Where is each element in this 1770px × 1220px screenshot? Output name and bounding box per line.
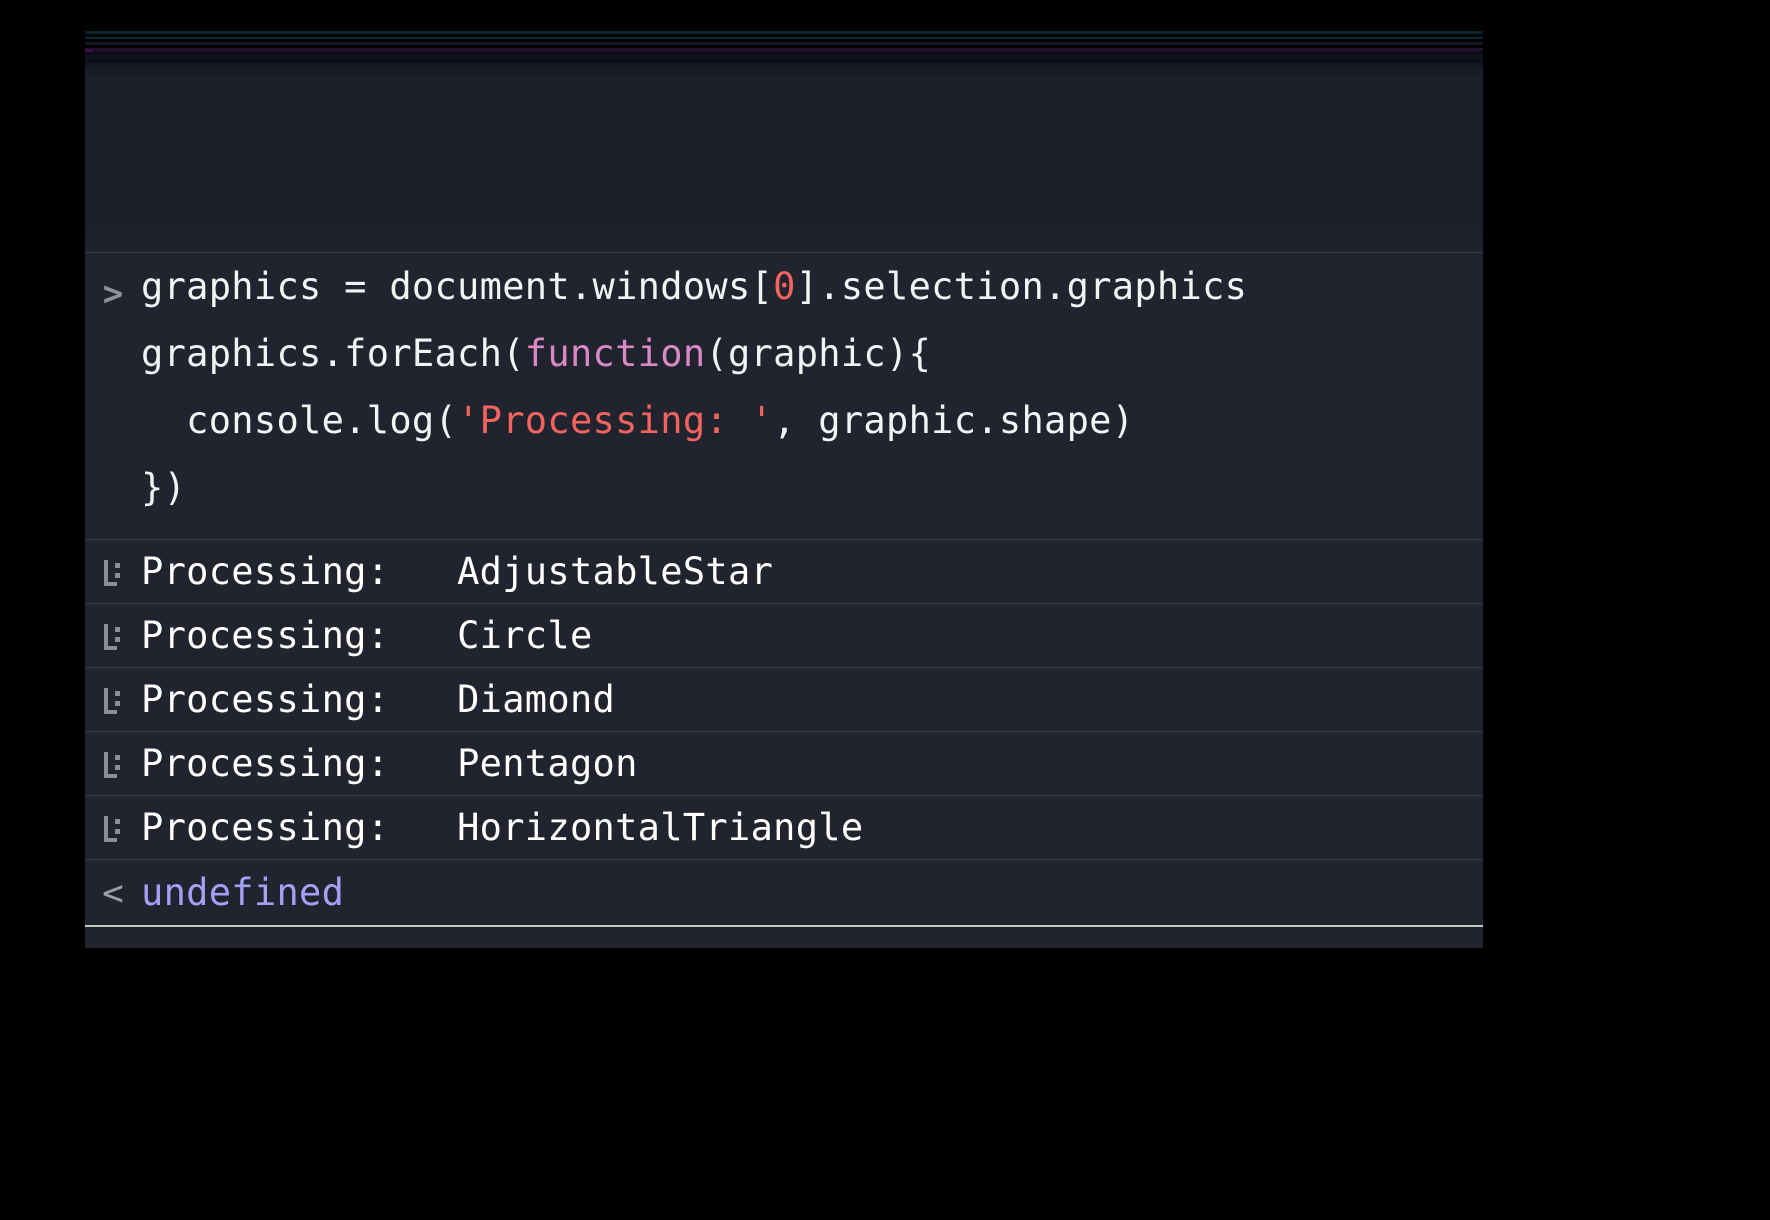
code-token-keyword: function <box>525 332 706 375</box>
code-token: ].selection.graphics <box>796 265 1248 308</box>
code-token-number: 0 <box>773 265 796 308</box>
output-marker-gutter <box>85 668 141 731</box>
output-row-text: Processing: Circle <box>141 616 1483 655</box>
input-gutter-spacer <box>85 460 141 527</box>
code-token: graphics = document.windows[ <box>141 265 773 308</box>
chevron-right-icon: > <box>103 277 123 311</box>
output-row-value: Diamond <box>457 678 615 721</box>
output-row-value: Pentagon <box>457 742 638 785</box>
output-row-gap <box>389 550 457 593</box>
output-row-text: Processing: Diamond <box>141 680 1483 719</box>
input-marker-gutter: > <box>85 259 141 326</box>
console-log-icon <box>104 624 123 650</box>
console-log-list: > graphics = document.windows[0].selecti… <box>85 252 1483 948</box>
javascript-console-panel: > graphics = document.windows[0].selecti… <box>85 28 1483 948</box>
code-token: , graphic.shape) <box>773 399 1134 442</box>
input-code-line-2: graphics.forEach(function(graphic){ <box>85 326 1483 393</box>
code-token: }) <box>141 466 186 509</box>
output-row-label: Processing: <box>141 806 389 849</box>
output-row-text: Processing: HorizontalTriangle <box>141 808 1483 847</box>
output-row-label: Processing: <box>141 550 389 593</box>
output-row-value: HorizontalTriangle <box>457 806 863 849</box>
output-row-label: Processing: <box>141 678 389 721</box>
output-row-label: Processing: <box>141 742 389 785</box>
console-input-entry[interactable]: > graphics = document.windows[0].selecti… <box>85 252 1483 539</box>
console-output-row[interactable]: Processing: Pentagon <box>85 731 1483 795</box>
console-log-icon <box>104 560 123 586</box>
code-token: graphics.forEach( <box>141 332 525 375</box>
console-output-row[interactable]: Processing: AdjustableStar <box>85 539 1483 603</box>
return-marker-gutter: < <box>85 860 141 925</box>
input-gutter-spacer <box>85 326 141 393</box>
output-marker-gutter <box>85 604 141 667</box>
input-code-text-4: }) <box>141 460 1483 507</box>
console-log-icon <box>104 688 123 714</box>
output-marker-gutter <box>85 540 141 603</box>
output-row-value: AdjustableStar <box>457 550 773 593</box>
console-scrollback-area[interactable] <box>85 74 1483 252</box>
output-row-value: Circle <box>457 614 592 657</box>
input-code-text-2: graphics.forEach(function(graphic){ <box>141 326 1483 373</box>
input-code-line-4: }) <box>85 460 1483 527</box>
code-token: (graphic){ <box>705 332 931 375</box>
scanline-accent-mark <box>85 49 93 52</box>
output-row-text: Processing: Pentagon <box>141 744 1483 783</box>
code-token-string: 'Processing: ' <box>457 399 773 442</box>
output-row-gap <box>389 806 457 849</box>
console-log-icon <box>104 752 123 778</box>
scanline-band <box>85 28 1483 74</box>
chevron-left-icon: < <box>102 876 124 912</box>
console-output-row[interactable]: Processing: HorizontalTriangle <box>85 795 1483 859</box>
input-code-text-1: graphics = document.windows[0].selection… <box>141 259 1483 306</box>
output-row-gap <box>389 742 457 785</box>
output-row-gap <box>389 614 457 657</box>
output-row-gap <box>389 678 457 721</box>
output-marker-gutter <box>85 732 141 795</box>
input-code-line-1: > graphics = document.windows[0].selecti… <box>85 259 1483 326</box>
code-token: console.log( <box>141 399 457 442</box>
console-return-value-row[interactable]: < undefined <box>85 859 1483 925</box>
input-gutter-spacer <box>85 393 141 460</box>
input-code-text-3: console.log('Processing: ', graphic.shap… <box>141 393 1483 440</box>
output-marker-gutter <box>85 796 141 859</box>
console-output-row[interactable]: Processing: Circle <box>85 603 1483 667</box>
console-output-row[interactable]: Processing: Diamond <box>85 667 1483 731</box>
prompt-marker-gutter: > <box>85 945 141 948</box>
return-value-text: undefined <box>141 873 1483 912</box>
console-log-icon <box>104 816 123 842</box>
console-prompt-row[interactable]: > <box>85 925 1483 948</box>
output-row-label: Processing: <box>141 614 389 657</box>
output-row-text: Processing: AdjustableStar <box>141 552 1483 591</box>
input-code-line-3: console.log('Processing: ', graphic.shap… <box>85 393 1483 460</box>
